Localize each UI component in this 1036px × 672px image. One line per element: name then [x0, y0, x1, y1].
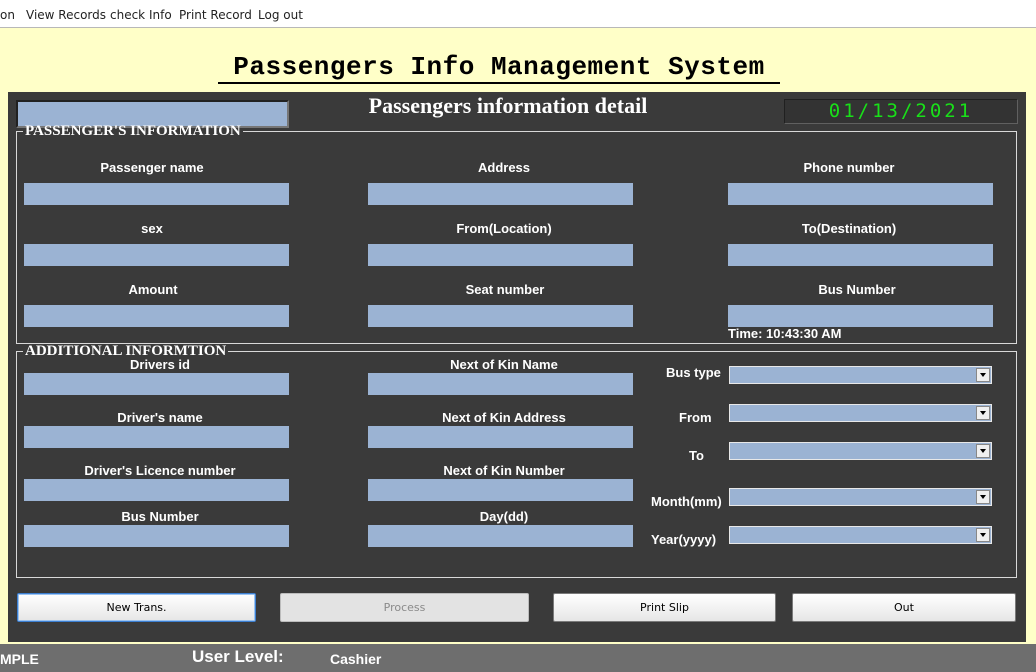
chevron-down-icon[interactable]	[976, 490, 990, 504]
next-of-kin-address-input[interactable]	[368, 426, 633, 448]
next-of-kin-address-label: Next of Kin Address	[442, 410, 566, 425]
seat-number-label: Seat number	[465, 282, 545, 297]
additional-info-legend: ADDITIONAL INFORMTION	[25, 343, 227, 359]
month-select[interactable]	[729, 488, 992, 506]
additional-bus-number-label: Bus Number	[121, 509, 199, 524]
to-destination-input[interactable]	[728, 244, 993, 266]
from-location-input[interactable]	[368, 244, 633, 266]
seat-number-input[interactable]	[368, 305, 633, 327]
drivers-name-input[interactable]	[24, 426, 289, 448]
address-input[interactable]	[368, 183, 633, 205]
drivers-id-label: Drivers id	[130, 357, 190, 372]
passenger-info-legend: PASSENGER'S INFORMATION	[25, 123, 241, 139]
panel-title: Passengers information detail	[368, 93, 648, 118]
time-display: Time: 10:43:30 AM	[728, 326, 842, 341]
to-select[interactable]	[729, 442, 992, 460]
additional-bus-number-input[interactable]	[24, 525, 289, 547]
to-label: To	[689, 448, 704, 463]
chevron-down-icon[interactable]	[976, 406, 990, 420]
status-left-text: MPLE	[0, 651, 39, 667]
next-of-kin-name-input[interactable]	[368, 373, 633, 395]
menu-bar: on View Records check Info Print Record …	[0, 0, 1036, 28]
passenger-name-label: Passenger name	[100, 160, 204, 175]
status-bar: MPLE User Level: Cashier	[0, 644, 1036, 672]
address-label: Address	[477, 160, 531, 175]
chevron-down-icon[interactable]	[976, 368, 990, 382]
year-label: Year(yyyy)	[651, 532, 717, 547]
bus-number-input[interactable]	[728, 305, 993, 327]
menu-item-check-info[interactable]: check Info	[110, 8, 172, 22]
drivers-licence-label: Driver's Licence number	[84, 463, 236, 478]
passenger-name-input[interactable]	[24, 183, 289, 205]
month-label: Month(mm)	[651, 494, 722, 509]
drivers-licence-input[interactable]	[24, 479, 289, 501]
phone-number-input[interactable]	[728, 183, 993, 205]
menu-item-log-out[interactable]: Log out	[258, 8, 303, 22]
menu-item-view-records[interactable]: View Records	[26, 8, 106, 22]
to-destination-label: To(Destination)	[801, 221, 897, 236]
menu-item-on[interactable]: on	[0, 8, 15, 22]
next-of-kin-number-label: Next of Kin Number	[443, 463, 565, 478]
day-input[interactable]	[368, 525, 633, 547]
user-level-value: Cashier	[330, 651, 382, 667]
phone-number-label: Phone number	[803, 160, 895, 175]
user-level-label: User Level:	[192, 647, 284, 666]
bus-type-label: Bus type	[666, 365, 721, 380]
chevron-down-icon[interactable]	[976, 444, 990, 458]
sex-input[interactable]	[24, 244, 289, 266]
next-of-kin-name-label: Next of Kin Name	[450, 357, 558, 372]
date-display: 01/13/2021	[784, 99, 1018, 124]
day-label: Day(dd)	[479, 509, 529, 524]
next-of-kin-number-input[interactable]	[368, 479, 633, 501]
page-title: Passengers Info Management System	[218, 52, 780, 84]
new-trans-button[interactable]: New Trans.	[17, 593, 256, 622]
process-button[interactable]: Process	[280, 593, 529, 622]
from-select[interactable]	[729, 404, 992, 422]
year-select[interactable]	[729, 526, 992, 544]
drivers-name-label: Driver's name	[117, 410, 203, 425]
out-button[interactable]: Out	[792, 593, 1016, 622]
amount-input[interactable]	[24, 305, 289, 327]
menu-item-print-record[interactable]: Print Record	[179, 8, 252, 22]
amount-label: Amount	[128, 282, 178, 297]
sex-label: sex	[141, 221, 163, 236]
from-label: From	[679, 410, 712, 425]
print-slip-button[interactable]: Print Slip	[553, 593, 776, 622]
from-location-label: From(Location)	[456, 221, 552, 236]
drivers-id-input[interactable]	[24, 373, 289, 395]
bus-number-label: Bus Number	[818, 282, 896, 297]
bus-type-select[interactable]	[729, 366, 992, 384]
chevron-down-icon[interactable]	[976, 528, 990, 542]
